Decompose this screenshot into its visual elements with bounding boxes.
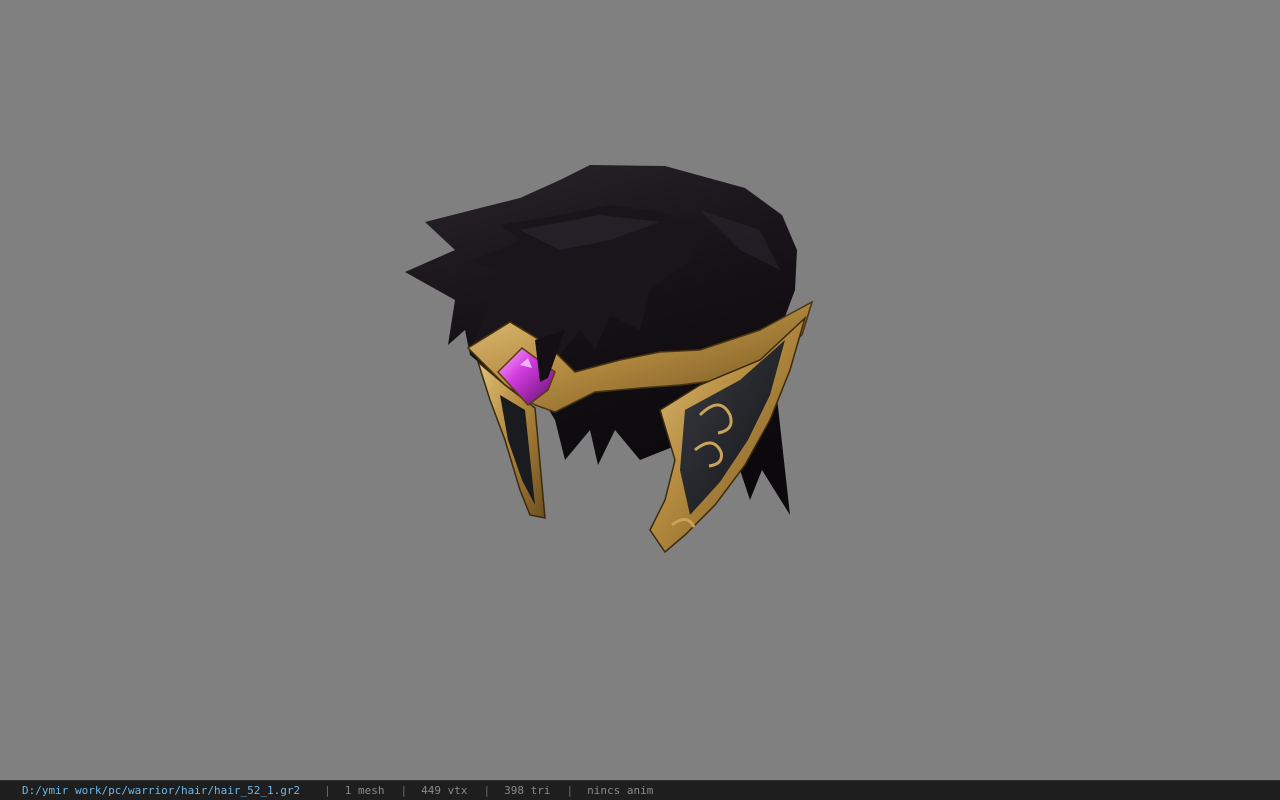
hair-model-render [405,165,814,554]
mesh-count: 1 mesh [344,784,385,797]
3d-viewport[interactable] [0,0,1280,780]
separator: | [324,784,331,797]
anim-status: nincs anim [587,784,654,797]
separator: | [566,784,574,797]
file-path: D:/ymir work/pc/warrior/hair/hair_52_1.g… [22,784,301,797]
vertex-count: 449 vtx [421,784,468,797]
separator: | [483,784,491,797]
status-bar: D:/ymir work/pc/warrior/hair/hair_52_1.g… [0,780,1280,800]
separator: | [400,784,408,797]
triangle-count: 398 tri [504,784,551,797]
